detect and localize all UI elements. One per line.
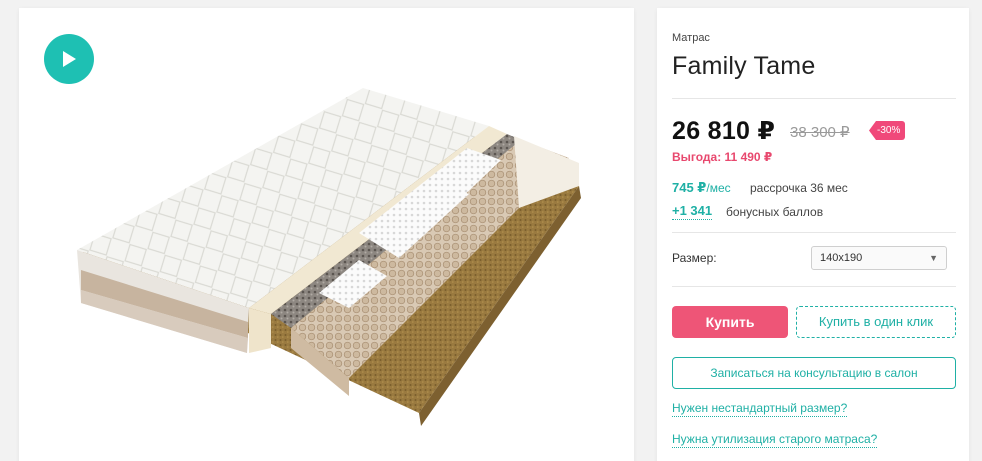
play-icon [63,51,76,67]
installment-value: 745 ₽ [672,180,707,195]
chevron-down-icon: ▼ [929,253,938,263]
recycle-mattress-link[interactable]: Нужна утилизация старого матраса? [672,432,878,448]
installment-amount[interactable]: 745 ₽/мес [672,180,731,196]
product-title: Family Tame [672,52,816,80]
bonus-text: бонусных баллов [726,205,824,219]
divider [672,98,956,99]
benefit-amount: Выгода: 11 490 ₽ [672,150,773,164]
discount-badge: -30% [869,121,906,140]
size-label: Размер: [672,251,717,265]
divider [672,286,956,287]
bonus-points[interactable]: +1 341 [672,203,713,220]
product-page: Матрас Family Tame 26 810 ₽ 38 300 ₽ -30… [0,0,982,461]
size-select[interactable]: 140x190 ▼ [811,246,947,270]
current-price: 26 810 ₽ [672,117,776,145]
size-selected-value: 140x190 [820,252,863,264]
old-price: 38 300 ₽ [790,124,850,141]
divider [672,232,956,233]
installment-text: рассрочка 36 мес [750,181,848,195]
product-category: Матрас [672,32,710,44]
custom-size-link[interactable]: Нужен нестандартный размер? [672,401,848,417]
buy-one-click-button[interactable]: Купить в один клик [796,306,956,338]
buy-button[interactable]: Купить [672,306,788,338]
product-info-panel: Матрас Family Tame 26 810 ₽ 38 300 ₽ -30… [657,8,969,461]
play-video-button[interactable] [44,34,94,84]
product-gallery [19,8,634,461]
mattress-image [77,88,581,426]
consultation-button[interactable]: Записаться на консультацию в салон [672,357,956,389]
installment-period: /мес [706,181,731,195]
